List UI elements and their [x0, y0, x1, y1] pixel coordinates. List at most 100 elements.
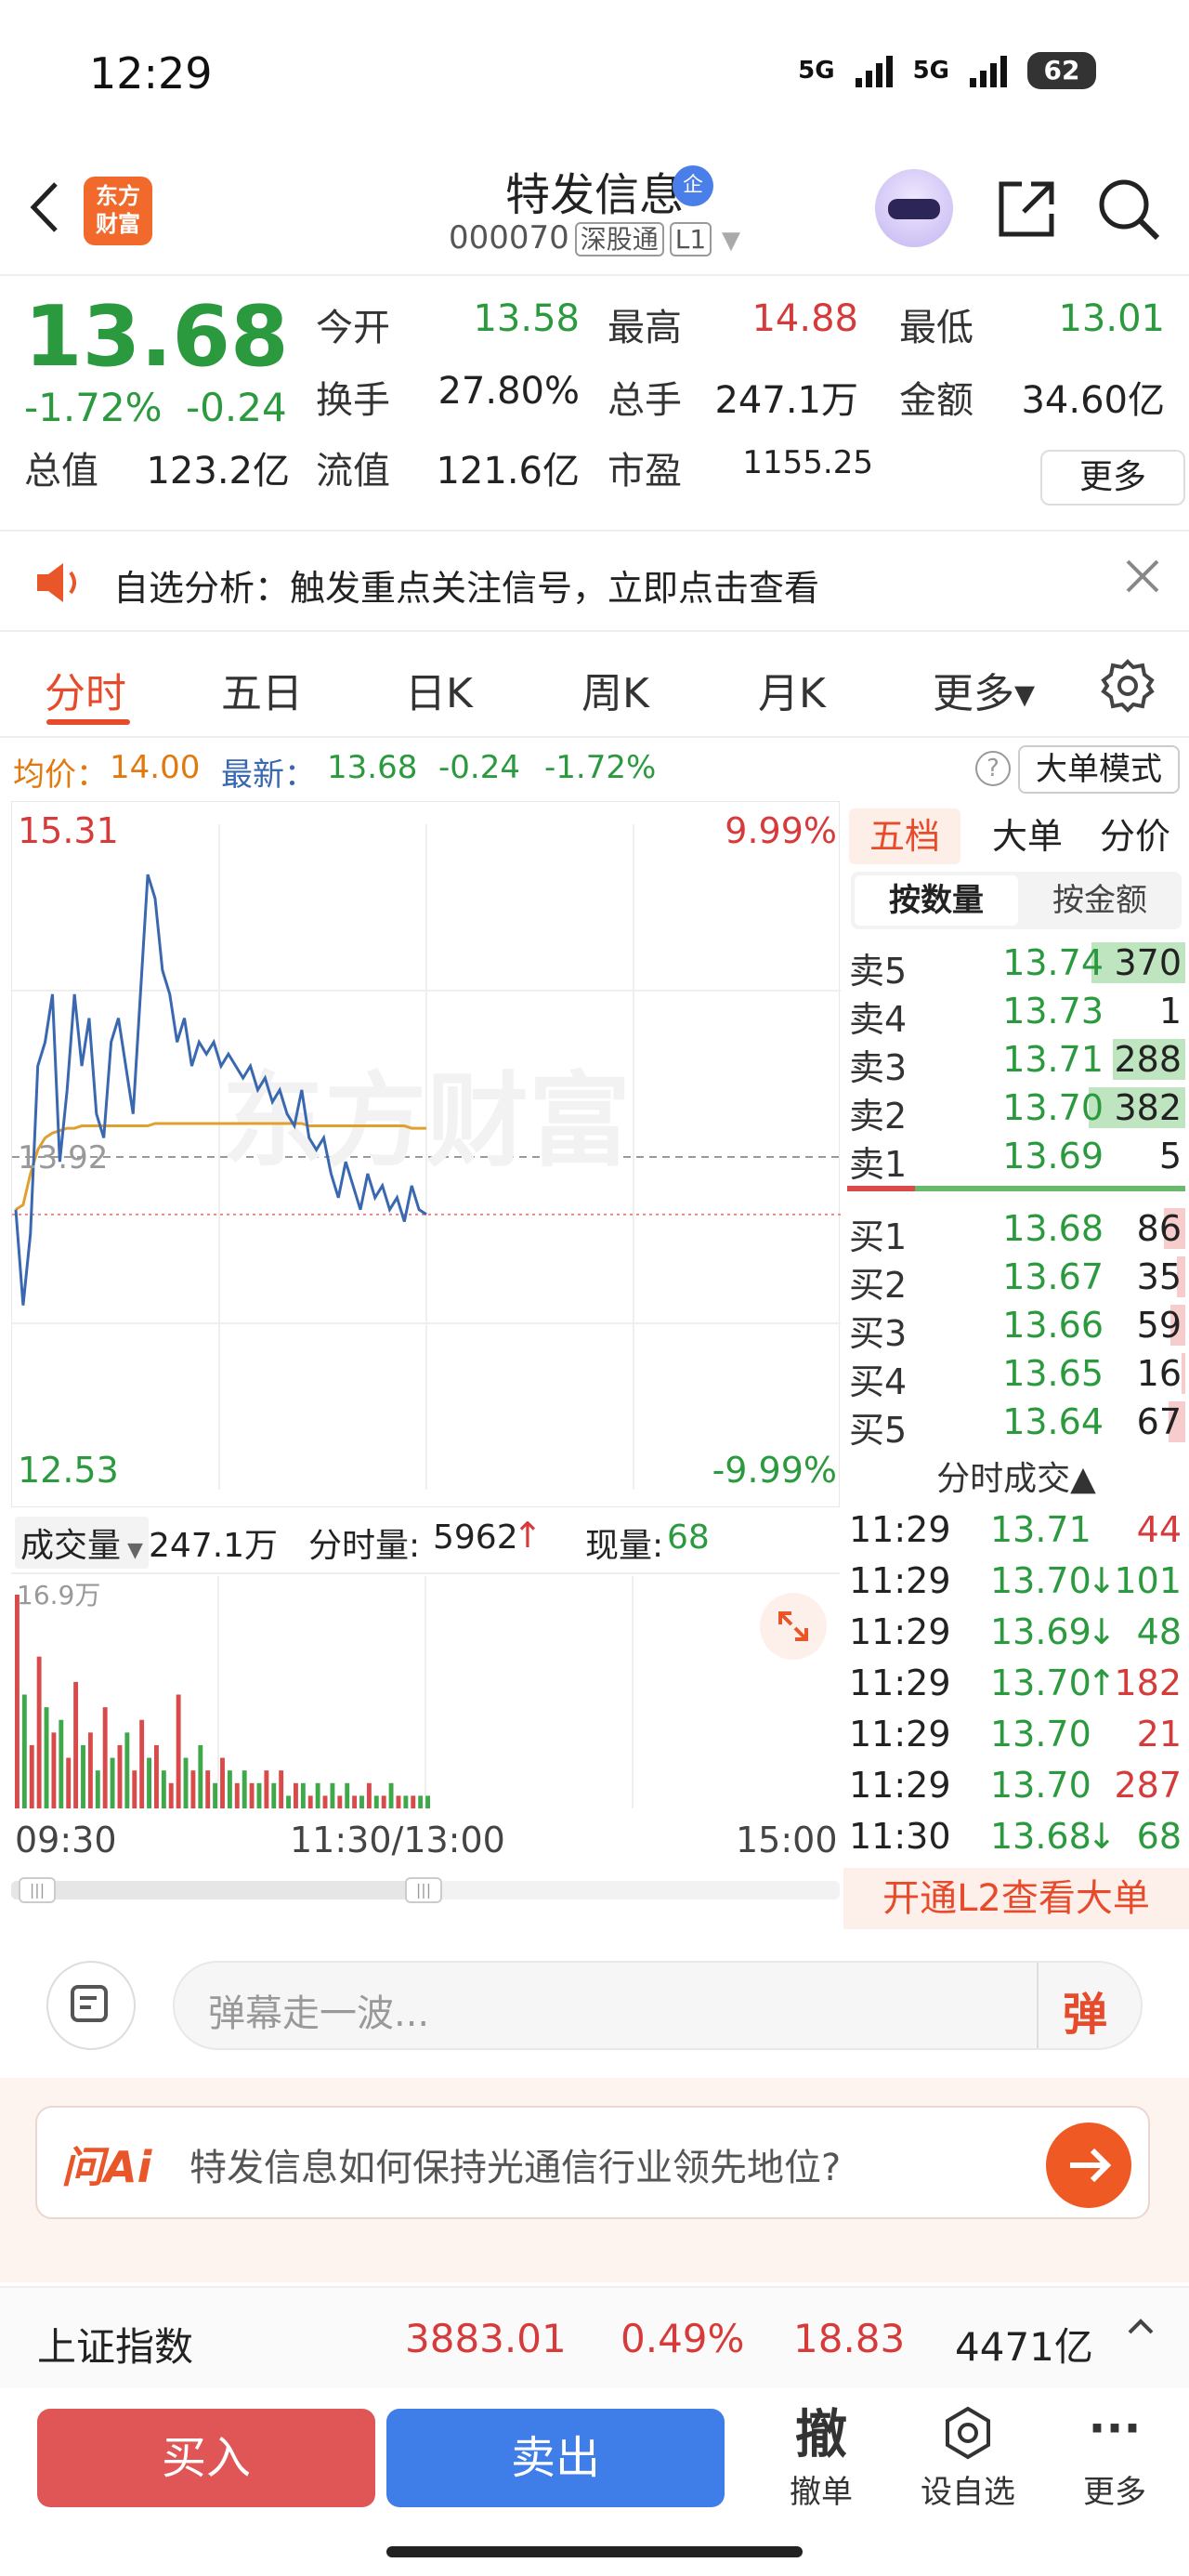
notice-text: 自选分析：触发重点关注信号，立即点击查看 — [113, 568, 820, 609]
tab-more[interactable]: 更多▾ — [933, 660, 1035, 719]
close-icon[interactable] — [1122, 554, 1163, 608]
volume-bar — [315, 1782, 320, 1808]
volume-bar — [300, 1782, 306, 1808]
chevron-up-icon[interactable] — [1124, 2310, 1157, 2347]
trade-time: 11:30 — [849, 1816, 951, 1857]
l2-upgrade-banner[interactable]: 开通L2查看大单 — [843, 1868, 1189, 1929]
danmaku-input[interactable]: 弹幕走一波... 弹 — [173, 1961, 1143, 2050]
volume-bar — [279, 1770, 284, 1808]
buy-button[interactable]: 买入 — [37, 2409, 375, 2507]
trade-qty: 21 — [1136, 1714, 1182, 1755]
volume-bar — [59, 1719, 64, 1808]
bid-row[interactable]: 买3 13.66 59 — [843, 1301, 1189, 1354]
info-change-pct: -1.72% — [544, 749, 657, 786]
volume-bar — [418, 1795, 424, 1808]
more-quote-button[interactable]: 更多 — [1040, 450, 1185, 506]
scroll-handle-left[interactable]: ||| — [19, 1877, 56, 1903]
big-order-mode-button[interactable]: 大单模式 — [1018, 745, 1180, 794]
volume-bar — [198, 1744, 203, 1808]
help-icon[interactable]: ? — [975, 751, 1011, 786]
volume-bar — [242, 1770, 247, 1808]
volume-indicator-select[interactable]: 成交量 ▼ — [15, 1517, 149, 1569]
tab-price-dist[interactable]: 分价 — [1089, 808, 1182, 864]
search-icon[interactable] — [1096, 177, 1161, 245]
volume-bar — [44, 1707, 49, 1808]
chart-scrollbar[interactable]: ||| ||| — [11, 1877, 840, 1903]
sub-tab-by-quantity[interactable]: 按数量 — [855, 875, 1018, 926]
trade-arrow: ↓ — [1087, 1816, 1117, 1857]
ask-row[interactable]: 卖5 13.74 370 — [843, 939, 1189, 992]
send-danmaku-button[interactable]: 弹 — [1063, 1978, 1107, 2043]
volume-max-label: 16.9万 — [17, 1580, 100, 1610]
sub-tab-by-amount[interactable]: 按金额 — [1018, 875, 1182, 926]
connect-tag: 深股通 — [574, 222, 664, 256]
trades-title[interactable]: 分时成交▲ — [843, 1452, 1189, 1500]
trade-row: 11:29 13.70 ↑ 182 — [843, 1659, 1189, 1709]
index-change: 18.83 — [793, 2316, 906, 2361]
home-indicator[interactable] — [386, 2546, 803, 2557]
tab-daily-k[interactable]: 日K — [405, 660, 473, 719]
ask-ai-card[interactable]: 问Ai 特发信息如何保持光通信行业领先地位? — [35, 2106, 1150, 2219]
bid-row[interactable]: 买4 13.65 16 — [843, 1349, 1189, 1402]
current-volume-label: 现量: — [585, 1527, 664, 1565]
x-axis-label: 11:30/13:00 — [290, 1820, 505, 1860]
volume-bar — [95, 1770, 100, 1808]
index-bar[interactable]: 上证指数 3883.01 0.49% 18.83 4471亿 — [0, 2286, 1189, 2388]
chart-tabs: 分时 五日 日K 周K 月K 更多▾ — [0, 641, 1189, 734]
ask-row[interactable]: 卖2 13.70 382 — [843, 1084, 1189, 1137]
bid-price: 13.65 — [1002, 1353, 1104, 1394]
cancel-order-button[interactable]: 撤 撤单 — [765, 2405, 877, 2512]
tab-big-order[interactable]: 大单 — [981, 808, 1074, 864]
volume-bar — [110, 1757, 115, 1808]
ask-price: 13.69 — [1002, 1136, 1104, 1176]
stock-code: 000070 — [448, 219, 569, 256]
tab-monthly-k[interactable]: 月K — [758, 660, 826, 719]
gear-icon[interactable] — [1100, 658, 1156, 717]
tab-weekly-k[interactable]: 周K — [581, 660, 649, 719]
active-tab-indicator — [46, 719, 130, 725]
expand-icon[interactable] — [760, 1593, 827, 1660]
ask-row[interactable]: 卖4 13.73 1 — [843, 987, 1189, 1040]
notice-banner[interactable]: 自选分析：触发重点关注信号，立即点击查看 — [0, 530, 1189, 632]
index-name: 上证指数 — [37, 2324, 194, 2370]
bid-label: 买1 — [849, 1216, 908, 1257]
x-axis-label: 15:00 — [736, 1820, 838, 1860]
tab-five-level[interactable]: 五档 — [849, 808, 960, 864]
assistant-avatar[interactable] — [875, 169, 953, 247]
danmaku-divider — [1037, 1963, 1039, 2048]
current-price: 13.68 — [24, 288, 289, 386]
sell-button[interactable]: 卖出 — [386, 2409, 725, 2507]
current-volume-value: 68 — [667, 1518, 710, 1557]
ask-row[interactable]: 卖1 13.69 5 — [843, 1132, 1189, 1185]
volume-bar — [411, 1795, 416, 1808]
volume-bar — [381, 1795, 386, 1808]
bid-price: 13.64 — [1002, 1401, 1104, 1442]
more-actions-button[interactable]: ··· 更多 — [1059, 2405, 1170, 2512]
share-icon[interactable] — [994, 177, 1059, 245]
scroll-handle-right[interactable]: ||| — [405, 1877, 442, 1903]
trade-time: 11:29 — [849, 1509, 951, 1550]
tab-intraday[interactable]: 分时 — [45, 660, 126, 719]
add-favorite-button[interactable]: 设自选 — [912, 2405, 1024, 2512]
scroll-range — [11, 1881, 431, 1899]
bid-row[interactable]: 买5 13.64 67 — [843, 1398, 1189, 1451]
volume-panel[interactable]: 成交量 ▼ 247.1万 分时量: 5962 ↑ 现量: 68 16.9万 09:3… — [11, 1509, 840, 1881]
bid-row[interactable]: 买2 13.67 35 — [843, 1253, 1189, 1306]
ask-qty: 370 — [1114, 942, 1182, 983]
bid-row[interactable]: 买1 13.68 86 — [843, 1204, 1189, 1257]
intraday-chart[interactable]: 东方财富 15.31 13.92 12.53 9.99% -9.99% — [11, 801, 841, 1507]
arrow-right-icon[interactable] — [1046, 2123, 1131, 2208]
volume-total: 247.1万 — [149, 1527, 279, 1565]
ask-row[interactable]: 卖3 13.71 288 — [843, 1035, 1189, 1088]
trade-row: 11:29 13.70 287 — [843, 1761, 1189, 1811]
trade-time: 11:29 — [849, 1714, 951, 1755]
tab-five-day[interactable]: 五日 — [221, 660, 303, 719]
comment-list-icon[interactable] — [46, 1961, 136, 2050]
trade-row: 11:29 13.70 21 — [843, 1710, 1189, 1760]
ai-brand: 问Ai — [61, 2142, 152, 2192]
trade-qty: 287 — [1114, 1765, 1182, 1806]
volume-bar — [183, 1757, 189, 1808]
volume-bar — [294, 1782, 298, 1808]
volume-chart: 16.9万 — [15, 1576, 634, 1808]
volume-bar — [190, 1770, 196, 1808]
